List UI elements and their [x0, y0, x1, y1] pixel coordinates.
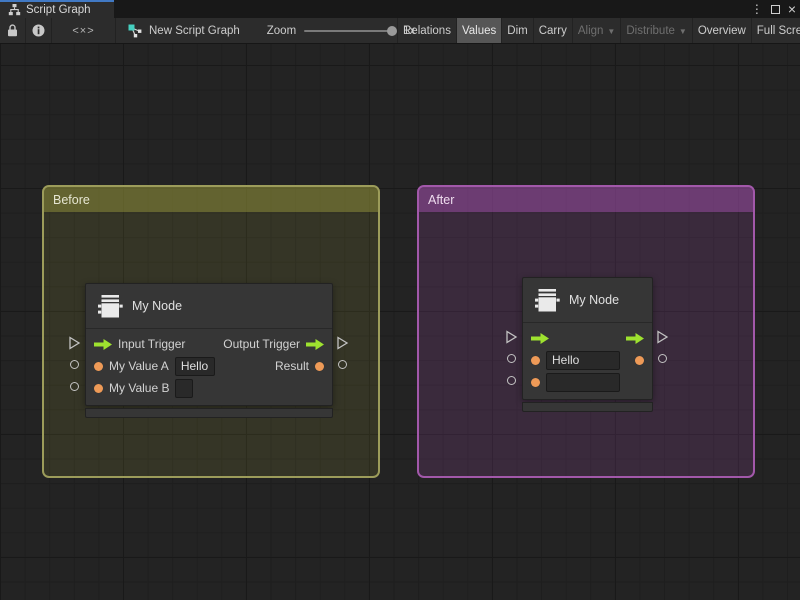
value-b-input[interactable]	[546, 373, 620, 392]
flow-port-outline-right[interactable]	[336, 336, 349, 350]
hierarchy-icon	[8, 4, 21, 16]
zoom-slider-handle[interactable]	[387, 26, 397, 36]
node-footer	[522, 402, 653, 412]
group-title: Before	[53, 193, 90, 207]
script-graph-icon	[128, 24, 143, 38]
code-preview-button[interactable]: <×>	[52, 18, 116, 43]
group-after-header[interactable]: After	[419, 187, 753, 212]
full-screen-button[interactable]: Full Screen	[751, 18, 800, 44]
tab-script-graph[interactable]: Script Graph	[0, 0, 114, 18]
port-row: My Value B	[86, 377, 332, 399]
unity-script-graph-window: Script Graph ⋮ × <×>	[0, 0, 800, 600]
flow-port-outline-left[interactable]	[68, 336, 81, 350]
port-row	[523, 371, 652, 393]
relations-button[interactable]: Relations	[397, 18, 456, 44]
trigger-input-icon[interactable]	[94, 339, 112, 350]
align-dropdown[interactable]: Align ▼	[572, 18, 621, 44]
graph-name-label: New Script Graph	[149, 25, 240, 37]
value-input-icon[interactable]	[94, 384, 103, 393]
port-row	[523, 349, 652, 371]
value-a-input[interactable]	[175, 357, 215, 376]
chevron-down-icon: ▼	[607, 27, 615, 36]
group-title: After	[428, 193, 454, 207]
trigger-output-icon[interactable]	[306, 339, 324, 350]
info-icon	[32, 24, 45, 37]
trigger-output-icon[interactable]	[626, 333, 644, 344]
node-my-node-after[interactable]: My Node	[522, 277, 653, 412]
port-row	[523, 327, 652, 349]
value-output-icon[interactable]	[315, 362, 324, 371]
value-port-outline-left[interactable]	[507, 376, 516, 385]
value-input-icon[interactable]	[531, 378, 540, 387]
dim-button[interactable]: Dim	[501, 18, 532, 44]
value-b-input[interactable]	[175, 379, 193, 398]
value-output-icon[interactable]	[635, 356, 644, 365]
node-header[interactable]: My Node	[523, 278, 652, 323]
values-button[interactable]: Values	[456, 18, 501, 44]
menu-icon[interactable]: ⋮	[749, 3, 765, 15]
info-button[interactable]	[26, 18, 52, 43]
node-footer	[85, 408, 333, 418]
value-input-icon[interactable]	[94, 362, 103, 371]
chevron-down-icon: ▼	[679, 27, 687, 36]
port-row: My Value A Result	[86, 355, 332, 377]
value-input-icon[interactable]	[531, 356, 540, 365]
window-controls: ⋮ ×	[749, 0, 798, 18]
graph-canvas[interactable]: Before After	[0, 44, 800, 600]
port-row: Input Trigger Output Trigger	[86, 333, 332, 355]
value-port-outline-right[interactable]	[658, 354, 667, 363]
zoom-label: Zoom	[267, 25, 296, 37]
lock-icon	[7, 24, 18, 37]
value-port-outline-right[interactable]	[338, 360, 347, 369]
close-icon[interactable]: ×	[786, 2, 798, 16]
unit-node-icon	[535, 289, 560, 312]
node-my-node-before[interactable]: My Node Input Trigger Output Trigger	[85, 283, 333, 418]
zoom-slider[interactable]	[304, 30, 394, 32]
value-port-outline-left[interactable]	[70, 360, 79, 369]
node-title: My Node	[569, 293, 619, 307]
trigger-input-icon[interactable]	[531, 333, 549, 344]
maximize-icon[interactable]	[771, 5, 780, 14]
value-port-outline-left[interactable]	[70, 382, 79, 391]
group-before-header[interactable]: Before	[44, 187, 378, 212]
carry-button[interactable]: Carry	[533, 18, 572, 44]
value-a-input[interactable]	[546, 351, 620, 370]
node-title: My Node	[132, 299, 182, 313]
view-toggle-buttons: Relations Values Dim Carry Align ▼ Distr…	[397, 18, 800, 44]
node-header[interactable]: My Node	[86, 284, 332, 329]
distribute-dropdown[interactable]: Distribute ▼	[620, 18, 692, 44]
flow-port-outline-right[interactable]	[656, 330, 669, 344]
graph-toolbar: <×> New Script Graph Zoom 1x Relations V…	[0, 18, 800, 44]
overview-button[interactable]: Overview	[692, 18, 751, 44]
unit-node-icon	[98, 295, 123, 318]
value-port-outline-left[interactable]	[507, 354, 516, 363]
lock-button[interactable]	[0, 18, 26, 43]
tab-strip: Script Graph ⋮ ×	[0, 0, 800, 18]
flow-port-outline-left[interactable]	[505, 330, 518, 344]
tab-label: Script Graph	[26, 4, 91, 16]
